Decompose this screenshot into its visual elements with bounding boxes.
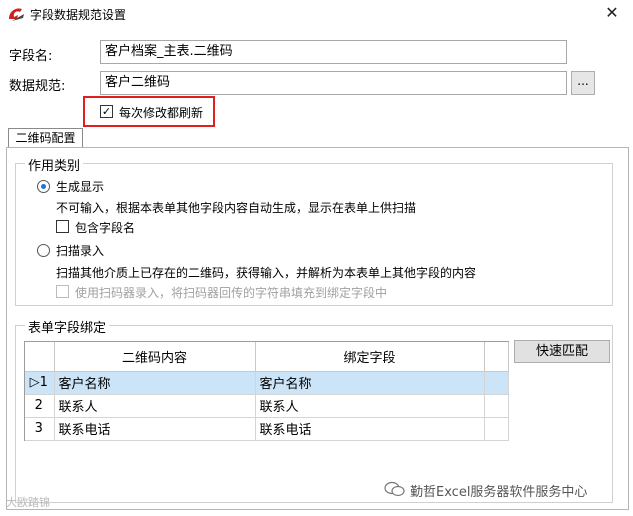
grid-corner-header (25, 342, 55, 372)
generate-description: 不可输入，根据本表单其他字段内容自动生成，显示在表单上供扫描 (56, 201, 417, 215)
data-spec-label: 数据规范: (9, 79, 66, 94)
watermark-left: 大欧踏锦 (6, 496, 50, 509)
window-title: 字段数据规范设置 (30, 8, 127, 22)
refresh-checkbox[interactable]: ✓ (100, 105, 113, 118)
scanner-checkbox[interactable] (56, 285, 69, 298)
filler-cell (484, 371, 509, 395)
column-header-qr-content[interactable]: 二维码内容 (54, 342, 256, 372)
binding-grid[interactable]: 二维码内容 绑定字段 ▷1 客户名称 客户名称 2 联系人 联系人 3 联系电话 (24, 341, 509, 441)
table-row[interactable]: 3 联系电话 联系电话 (25, 417, 509, 441)
current-row-marker-icon: ▷ (29, 375, 40, 390)
scan-radio[interactable] (37, 244, 50, 257)
app-logo-icon (9, 8, 24, 21)
scan-radio-label: 扫描录入 (56, 244, 105, 258)
close-button[interactable]: ✕ (598, 2, 626, 24)
binding-group-title: 表单字段绑定 (25, 317, 110, 336)
qr-content-cell[interactable]: 联系人 (54, 394, 256, 418)
bound-field-cell[interactable]: 客户名称 (255, 371, 485, 395)
generate-radio[interactable] (37, 180, 50, 193)
field-name-label: 字段名: (9, 49, 53, 64)
title-bar: 字段数据规范设置 ✕ (0, 0, 633, 28)
include-field-name-label: 包含字段名 (75, 221, 136, 235)
bound-field-cell[interactable]: 联系人 (255, 394, 485, 418)
scan-description: 扫描其他介质上已存在的二维码，获得输入，并解析为本表单上其他字段的内容 (56, 266, 477, 280)
filler-cell (484, 417, 509, 441)
refresh-checkbox-label: 每次修改都刷新 (119, 106, 204, 120)
row-index[interactable]: 3 (25, 417, 55, 441)
filler-cell (484, 394, 509, 418)
field-name-input[interactable]: 客户档案_主表.二维码 (100, 40, 567, 64)
browse-button[interactable]: ... (571, 71, 595, 95)
quick-match-button[interactable]: 快速匹配 (514, 340, 610, 363)
table-row[interactable]: ▷1 客户名称 客户名称 (25, 371, 509, 395)
table-row[interactable]: 2 联系人 联系人 (25, 394, 509, 418)
wechat-icon (384, 481, 405, 497)
row-index[interactable]: ▷1 (25, 371, 55, 395)
data-spec-input[interactable]: 客户二维码 (100, 71, 567, 95)
column-header-bound-field[interactable]: 绑定字段 (255, 342, 485, 372)
include-field-name-checkbox[interactable] (56, 220, 69, 233)
scanner-checkbox-label: 使用扫码器录入，将扫码器回传的字符串填充到绑定字段中 (75, 286, 388, 300)
bound-field-cell[interactable]: 联系电话 (255, 417, 485, 441)
row-index[interactable]: 2 (25, 394, 55, 418)
usage-group-title: 作用类别 (25, 155, 84, 174)
qr-content-cell[interactable]: 联系电话 (54, 417, 256, 441)
grid-filler-header (484, 342, 509, 372)
watermark-right: 勤哲Excel服务器软件服务中心 (410, 485, 588, 500)
generate-radio-label: 生成显示 (56, 180, 105, 194)
tab-qrcode-config[interactable]: 二维码配置 (8, 128, 83, 148)
qr-content-cell[interactable]: 客户名称 (54, 371, 256, 395)
